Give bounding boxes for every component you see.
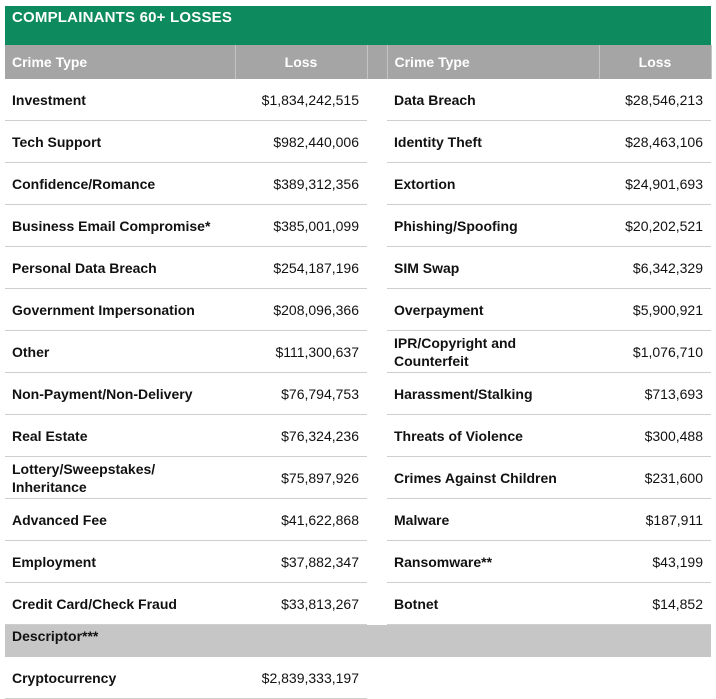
loss-cell: $2,839,333,197	[235, 657, 367, 699]
table-row: Employment $37,882,347 Ransomware** $43,199	[5, 540, 711, 583]
left-loss-cell: $982,440,006	[235, 120, 367, 163]
left-crime-type-cell: Lottery/Sweepstakes/ Inheritance	[5, 456, 235, 499]
descriptor-gap	[367, 624, 387, 657]
left-loss-cell: $75,897,926	[235, 456, 367, 499]
column-gap	[367, 331, 387, 373]
left-loss-cell: $33,813,267	[235, 582, 367, 625]
right-loss-cell: $713,693	[599, 372, 711, 415]
left-crime-type-cell: Government Impersonation	[5, 288, 235, 331]
right-loss-cell: $231,600	[599, 456, 711, 499]
table-row: Real Estate $76,324,236 Threats of Violenc…	[5, 414, 711, 457]
left-loss-cell: $76,324,236	[235, 414, 367, 457]
header-row: Crime Type Loss Crime Type Loss	[5, 45, 712, 79]
left-crime-type-cell: Personal Data Breach	[5, 246, 235, 289]
table-row: Confidence/Romance $389,312,356 Extortion $…	[5, 162, 711, 205]
left-crime-type-cell: Employment	[5, 540, 235, 583]
right-crime-type-cell: Harassment/Stalking	[387, 372, 599, 415]
left-crime-type-cell: Real Estate	[5, 414, 235, 457]
left-loss-cell: $41,622,868	[235, 498, 367, 541]
column-gap	[367, 247, 387, 289]
table-row: Advanced Fee $41,622,868 Malware $187,911	[5, 498, 711, 541]
descriptor-right-blank	[387, 624, 711, 657]
header-crime-type-left: Crime Type	[5, 45, 236, 79]
left-crime-type-cell: Credit Card/Check Fraud	[5, 582, 235, 625]
left-loss-cell: $385,001,099	[235, 204, 367, 247]
descriptor-row: Descriptor***	[5, 624, 711, 657]
left-crime-type-cell: Confidence/Romance	[5, 162, 235, 205]
right-loss-cell: $6,342,329	[599, 246, 711, 289]
table-row: Credit Card/Check Fraud $33,813,267 Botnet…	[5, 582, 711, 625]
left-loss-cell: $254,187,196	[235, 246, 367, 289]
header-gap	[367, 45, 388, 79]
right-loss-cell: $187,911	[599, 498, 711, 541]
table-row: Non-Payment/Non-Delivery $76,794,753 Haras…	[5, 372, 711, 415]
column-gap	[367, 373, 387, 415]
column-gap	[367, 415, 387, 457]
right-loss-cell: $28,463,106	[599, 120, 711, 163]
column-gap	[367, 163, 387, 205]
column-gap	[367, 583, 387, 625]
header-loss-right: Loss	[599, 45, 712, 79]
left-loss-cell: $76,794,753	[235, 372, 367, 415]
right-crime-type-cell: IPR/Copyright and Counterfeit	[387, 330, 599, 373]
right-crime-type-cell: Data Breach	[387, 79, 599, 121]
table-row: Investment $1,834,242,515 Data Breach $28,5…	[5, 79, 711, 121]
left-loss-cell: $1,834,242,515	[235, 79, 367, 121]
column-gap	[367, 289, 387, 331]
losses-table-page: COMPLAINANTS 60+ LOSSES Crime Type Loss …	[0, 0, 716, 699]
column-gap	[367, 205, 387, 247]
right-loss-cell: $300,488	[599, 414, 711, 457]
right-crime-type-cell: Overpayment	[387, 288, 599, 331]
right-crime-type-cell: Phishing/Spoofing	[387, 204, 599, 247]
descriptor-label: Descriptor***	[5, 624, 367, 657]
left-loss-cell: $37,882,347	[235, 540, 367, 583]
table-row: Business Email Compromise* $385,001,099 Ph…	[5, 204, 711, 247]
table-row: Government Impersonation $208,096,366 Over…	[5, 288, 711, 331]
table-row: Tech Support $982,440,006 Identity Theft $2…	[5, 120, 711, 163]
header-crime-type-right: Crime Type	[387, 45, 600, 79]
table-row: Personal Data Breach $254,187,196 SIM Swap…	[5, 246, 711, 289]
column-gap	[367, 121, 387, 163]
right-crime-type-cell: Malware	[387, 498, 599, 541]
crime-type-cell: Cryptocurrency	[5, 657, 235, 699]
right-loss-cell: $14,852	[599, 582, 711, 625]
column-gap	[367, 457, 387, 499]
right-crime-type-cell: Botnet	[387, 582, 599, 625]
left-crime-type-cell: Non-Payment/Non-Delivery	[5, 372, 235, 415]
header-loss-left: Loss	[235, 45, 368, 79]
left-loss-cell: $208,096,366	[235, 288, 367, 331]
right-crime-type-cell: Threats of Violence	[387, 414, 599, 457]
table-row: Lottery/Sweepstakes/ Inheritance $75,897,…	[5, 456, 711, 499]
right-crime-type-cell: SIM Swap	[387, 246, 599, 289]
left-crime-type-cell: Business Email Compromise*	[5, 204, 235, 247]
left-loss-cell: $389,312,356	[235, 162, 367, 205]
left-crime-type-cell: Tech Support	[5, 120, 235, 163]
cryptocurrency-row: Cryptocurrency $2,839,333,197	[5, 657, 711, 699]
right-loss-cell: $1,076,710	[599, 330, 711, 373]
empty-cell	[367, 657, 387, 699]
table-title: COMPLAINANTS 60+ LOSSES	[5, 6, 711, 45]
table-body: Investment $1,834,242,515 Data Breach $28,5…	[5, 79, 711, 699]
table-row: Other $111,300,637 IPR/Copyright and Count…	[5, 330, 711, 373]
empty-cell	[387, 657, 599, 699]
column-gap	[367, 499, 387, 541]
right-crime-type-cell: Ransomware**	[387, 540, 599, 583]
left-loss-cell: $111,300,637	[235, 330, 367, 373]
right-crime-type-cell: Extortion	[387, 162, 599, 205]
left-crime-type-cell: Other	[5, 330, 235, 373]
right-loss-cell: $24,901,693	[599, 162, 711, 205]
column-gap	[367, 79, 387, 121]
column-gap	[367, 541, 387, 583]
right-crime-type-cell: Identity Theft	[387, 120, 599, 163]
right-loss-cell: $28,546,213	[599, 79, 711, 121]
empty-cell	[599, 657, 711, 699]
right-loss-cell: $20,202,521	[599, 204, 711, 247]
right-loss-cell: $43,199	[599, 540, 711, 583]
left-crime-type-cell: Advanced Fee	[5, 498, 235, 541]
left-crime-type-cell: Investment	[5, 79, 235, 121]
losses-table: Crime Type Loss Crime Type Loss Investme…	[5, 45, 712, 699]
right-loss-cell: $5,900,921	[599, 288, 711, 331]
right-crime-type-cell: Crimes Against Children	[387, 456, 599, 499]
